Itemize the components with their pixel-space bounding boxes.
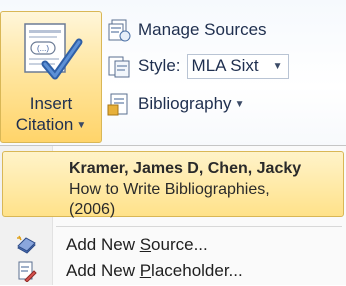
add-new-placeholder-item[interactable]: Add New Placeholder... <box>0 256 346 286</box>
manage-sources-button[interactable]: Manage Sources <box>106 14 267 46</box>
chevron-down-icon: ▼ <box>234 98 245 110</box>
style-dropdown[interactable]: MLA Sixt ▼ <box>186 53 289 79</box>
add-new-source-label: Add New Source... <box>66 235 208 254</box>
bibliography-icon <box>107 93 128 116</box>
insert-citation-icon: (...) <box>24 23 83 80</box>
bibliography-label: Bibliography <box>138 94 232 113</box>
citation-list-item[interactable]: Kramer, James D, Chen, Jacky How to Writ… <box>2 151 344 218</box>
menu-separator <box>56 226 342 227</box>
insert-label: Insert <box>29 94 73 113</box>
style-row: Style: MLA Sixt ▼ <box>106 50 289 82</box>
style-value: MLA Sixt <box>191 56 259 75</box>
add-source-icon <box>17 235 36 254</box>
svg-text:(...): (...) <box>37 44 49 53</box>
chevron-down-icon: ▼ <box>76 119 87 131</box>
manage-sources-icon <box>108 19 131 42</box>
citation-label: Citation ▼ <box>15 115 87 134</box>
style-label: Style: <box>138 56 181 75</box>
bibliography-button[interactable]: Bibliography ▼ <box>106 88 244 120</box>
add-placeholder-icon <box>18 261 37 282</box>
insert-citation-menu: Kramer, James D, Chen, Jacky How to Writ… <box>0 145 346 285</box>
insert-citation-button[interactable]: (...) Insert Citation ▼ <box>0 11 102 143</box>
references-ribbon: (...) Insert Citation ▼ Manage Sources St… <box>0 0 346 145</box>
style-icon <box>108 56 130 78</box>
citation-author: Kramer, James D, Chen, Jacky <box>69 160 302 177</box>
add-new-placeholder-label: Add New Placeholder... <box>66 261 243 280</box>
citation-year: (2006) <box>69 201 116 218</box>
manage-sources-label: Manage Sources <box>138 20 267 39</box>
citation-title: How to Write Bibliographies, <box>69 181 270 198</box>
chevron-down-icon: ▼ <box>272 60 283 72</box>
